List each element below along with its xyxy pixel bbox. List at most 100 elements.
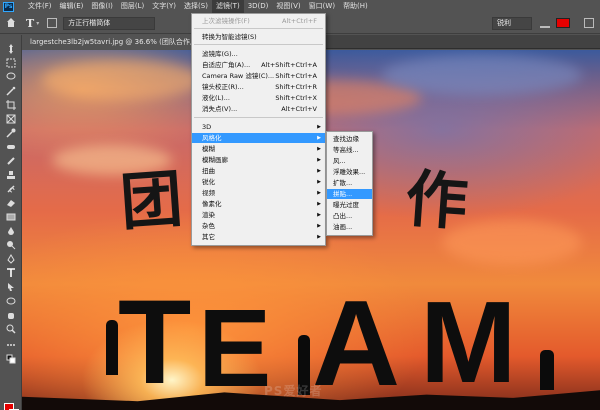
chevron-right-icon: ▶ [317, 124, 321, 130]
team-letter-t: T [118, 275, 192, 409]
menu-layer[interactable]: 图层(L) [117, 0, 148, 13]
lasso-tool-icon[interactable] [5, 71, 17, 82]
clone-stamp-tool-icon[interactable] [5, 169, 17, 180]
chevron-right-icon: ▶ [317, 212, 321, 218]
font-family-select[interactable]: 方正行楷简体 [63, 16, 156, 30]
pen-tool-icon[interactable] [5, 253, 17, 264]
menu-item-video[interactable]: 视频 ▶ [192, 188, 325, 198]
text-color-swatch[interactable] [556, 18, 570, 28]
photoshop-logo-icon: Ps [3, 1, 14, 12]
menu-view[interactable]: 视图(V) [272, 0, 304, 13]
home-icon[interactable] [6, 18, 16, 28]
hand-tool-icon[interactable] [5, 309, 17, 320]
calligraphy-text-glyph: 团 [117, 161, 185, 240]
chevron-right-icon: ▶ [317, 146, 321, 152]
path-selection-tool-icon[interactable] [5, 281, 17, 292]
menu-item-pixelate[interactable]: 像素化 ▶ [192, 199, 325, 209]
menu-edit[interactable]: 编辑(E) [56, 0, 88, 13]
menu-filter[interactable]: 滤镜(T) [211, 0, 244, 13]
menu-item-liquify[interactable]: 液化(L)... Shift+Ctrl+X [192, 93, 325, 103]
type-tool-icon[interactable] [5, 267, 17, 278]
submenu-item-solarize[interactable]: 曝光过度 [327, 200, 372, 210]
submenu-item-contour[interactable]: 等高线... [327, 145, 372, 155]
menu-item-filter-gallery[interactable]: 滤镜库(G)... [192, 49, 325, 59]
tools-panel [0, 35, 22, 410]
chevron-right-icon: ▶ [317, 135, 321, 141]
submenu-item-tiles[interactable]: 拼贴... [327, 189, 372, 199]
shape-tool-icon[interactable] [5, 295, 17, 306]
menu-item-vanishing-point[interactable]: 消失点(V)... Alt+Ctrl+V [192, 104, 325, 114]
gradient-tool-icon[interactable] [5, 211, 17, 222]
menu-item-lens-correction[interactable]: 镜头校正(R)... Shift+Ctrl+R [192, 82, 325, 92]
crop-tool-icon[interactable] [5, 99, 17, 110]
menu-item-other[interactable]: 其它 ▶ [192, 232, 325, 242]
more-tools-icon[interactable] [5, 339, 17, 350]
submenu-item-extrude[interactable]: 凸出... [327, 211, 372, 221]
menu-item-adaptive-wide-angle[interactable]: 自适应广角(A)... Alt+Shift+Ctrl+A [192, 60, 325, 70]
default-colors-icon[interactable] [5, 353, 17, 364]
menu-item-noise[interactable]: 杂色 ▶ [192, 221, 325, 231]
submenu-item-wind[interactable]: 风... [327, 156, 372, 166]
menu-item-last-filter[interactable]: 上次滤镜操作(F) Alt+Ctrl+F [192, 16, 325, 26]
chevron-right-icon: ▶ [317, 179, 321, 185]
submenu-item-oil-paint[interactable]: 油画... [327, 222, 372, 232]
menu-item-render[interactable]: 渲染 ▶ [192, 210, 325, 220]
warp-text-icon[interactable] [584, 18, 594, 28]
antialias-select[interactable]: 锐利 [492, 16, 532, 30]
chevron-right-icon: ▶ [317, 157, 321, 163]
magic-wand-tool-icon[interactable] [5, 85, 17, 96]
worker-silhouette [540, 350, 554, 390]
menu-window[interactable]: 窗口(W) [305, 0, 339, 13]
menu-item-camera-raw[interactable]: Camera Raw 滤镜(C)... Shift+Ctrl+A [192, 71, 325, 81]
chevron-down-icon[interactable]: ▾ [36, 20, 39, 27]
stylize-submenu: 查找边缘 等高线... 风... 浮雕效果... 扩散... 拼贴... 曝光过… [326, 131, 373, 236]
menu-item-blur[interactable]: 模糊 ▶ [192, 144, 325, 154]
calligraphy-text-glyph: 作 [403, 161, 471, 240]
menu-bar: Ps 文件(F) 编辑(E) 图像(I) 图层(L) 文字(Y) 选择(S) 滤… [0, 0, 600, 13]
watermark: PS爱好者 [264, 384, 323, 398]
team-letter-m: M [420, 277, 517, 407]
menu-item-blur-gallery[interactable]: 模糊画廊 ▶ [192, 155, 325, 165]
eraser-tool-icon[interactable] [5, 197, 17, 208]
menu-help[interactable]: 帮助(H) [339, 0, 372, 13]
menu-item-3d[interactable]: 3D ▶ [192, 122, 325, 132]
menu-file[interactable]: 文件(F) [24, 0, 56, 13]
menu-item-stylize[interactable]: 风格化 ▶ [192, 133, 325, 143]
submenu-item-emboss[interactable]: 浮雕效果... [327, 167, 372, 177]
frame-tool-icon[interactable] [5, 113, 17, 124]
sky-cloud [42, 60, 202, 100]
worker-silhouette [106, 320, 118, 375]
blur-tool-icon[interactable] [5, 225, 17, 236]
menu-item-sharpen[interactable]: 锐化 ▶ [192, 177, 325, 187]
type-tool-icon[interactable]: T [26, 17, 34, 30]
align-left-icon[interactable] [540, 18, 550, 28]
filter-menu: 上次滤镜操作(F) Alt+Ctrl+F 转换为智能滤镜(S) 滤镜库(G)...… [191, 13, 326, 246]
menu-type[interactable]: 文字(Y) [148, 0, 180, 13]
chevron-right-icon: ▶ [317, 190, 321, 196]
menu-separator [194, 28, 323, 29]
move-tool-icon[interactable] [5, 43, 17, 54]
history-brush-tool-icon[interactable] [5, 183, 17, 194]
marquee-tool-icon[interactable] [5, 57, 17, 68]
submenu-item-diffuse[interactable]: 扩散... [327, 178, 372, 188]
zoom-tool-icon[interactable] [5, 323, 17, 334]
team-letter-e: E [198, 287, 272, 410]
chevron-right-icon: ▶ [317, 168, 321, 174]
dodge-tool-icon[interactable] [5, 239, 17, 250]
menu-image[interactable]: 图像(I) [87, 0, 117, 13]
eyedropper-tool-icon[interactable] [5, 127, 17, 138]
menu-item-distort[interactable]: 扭曲 ▶ [192, 166, 325, 176]
text-orientation-icon[interactable] [47, 18, 58, 28]
brush-tool-icon[interactable] [5, 155, 17, 166]
menu-3d[interactable]: 3D(D) [244, 0, 273, 13]
menu-separator [194, 44, 323, 45]
healing-brush-tool-icon[interactable] [5, 141, 17, 152]
submenu-item-find-edges[interactable]: 查找边缘 [327, 134, 372, 144]
sky-cloud [382, 55, 582, 95]
menu-item-smart-filter[interactable]: 转换为智能滤镜(S) [192, 32, 325, 42]
chevron-right-icon: ▶ [317, 201, 321, 207]
chevron-right-icon: ▶ [317, 234, 321, 240]
menu-separator [194, 117, 323, 118]
chevron-right-icon: ▶ [317, 223, 321, 229]
menu-select[interactable]: 选择(S) [180, 0, 212, 13]
